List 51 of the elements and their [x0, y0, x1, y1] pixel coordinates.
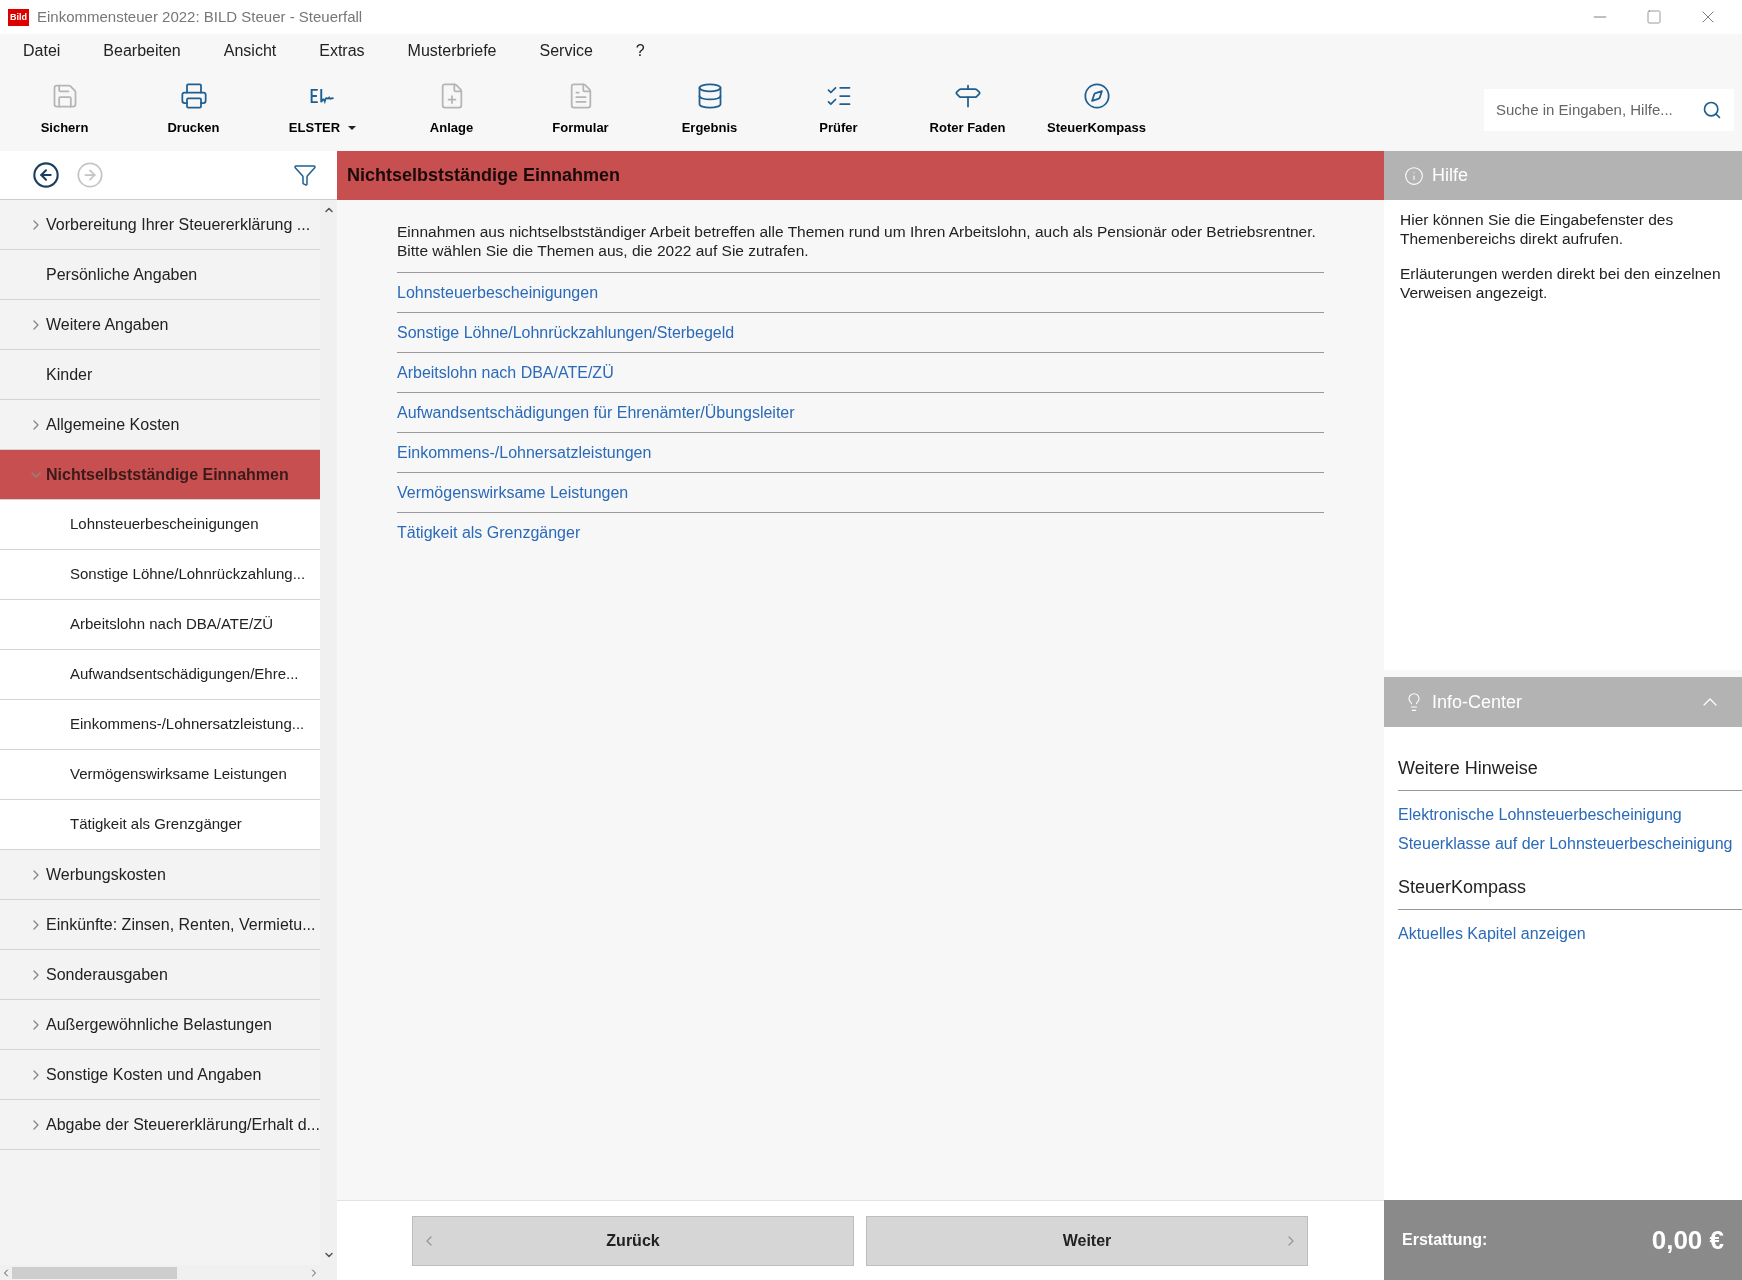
toolbar-button[interactable]: Prüfer	[774, 74, 903, 145]
toolbar-button[interactable]: Drucken	[129, 74, 258, 145]
menu-item[interactable]: Extras	[319, 39, 365, 63]
help-text: Erläuterungen werden direkt bei den einzelnen Verweisen angezeigt.	[1400, 264, 1722, 302]
search-field[interactable]: Suche in Eingaben, Hilfe...	[1484, 88, 1734, 131]
menu-item[interactable]: Datei	[23, 39, 61, 63]
refund-label: Erstattung:	[1402, 1230, 1488, 1250]
menu-item[interactable]: Service	[539, 39, 593, 63]
topic-link[interactable]: Sonstige Löhne/Lohnrückzahlungen/Sterbegeld	[397, 320, 735, 345]
info-link[interactable]: Elektronische Lohnsteuerbescheinigung	[1398, 803, 1742, 827]
app-logo: Bild	[8, 8, 29, 26]
scrollbar-thumb[interactable]	[12, 1266, 177, 1279]
info-icon	[1404, 165, 1424, 186]
topic-link[interactable]: Vermögenswirksame Leistungen	[397, 480, 629, 505]
toolbar-button[interactable]: Roter Faden	[903, 74, 1032, 145]
page-header: Nichtselbstständige Einnahmen	[337, 151, 1384, 200]
menu-item[interactable]: Ansicht	[223, 39, 277, 63]
sidebar-subitem[interactable]: Lohnsteuerbescheinigungen	[0, 500, 320, 550]
info-link[interactable]: Aktuelles Kapitel anzeigen	[1398, 922, 1742, 946]
refund-amount: 0,00 €	[1651, 1223, 1724, 1257]
search-icon[interactable]	[1702, 99, 1722, 120]
toolbar-button[interactable]: SteuerKompass	[1032, 74, 1161, 145]
topic-link[interactable]: Einkommens-/Lohnersatzleistungen	[397, 440, 652, 465]
menu-item[interactable]: Musterbriefe	[407, 39, 497, 63]
toolbar-button[interactable]: Ergebnis	[645, 74, 774, 145]
info-link[interactable]: Steuerklasse auf der Lohnsteuerbescheinigung	[1398, 832, 1742, 856]
toolbar-button[interactable]: ELSTER	[258, 74, 387, 145]
topic-link[interactable]: Aufwandsentschädigungen für Ehrenämter/Übungsleiter	[397, 400, 795, 425]
back-button[interactable]: Zurück	[412, 1215, 854, 1266]
info-center-title: Info-Center	[1432, 690, 1523, 714]
intro-text: Einnahmen aus nichtselbstständiger Arbeit betreffen alle Themen rund um Ihren Arbeitslohn, auch als Pensionär oder Betriebsrentner.	[397, 222, 1317, 241]
menu-item[interactable]: ?	[635, 39, 645, 63]
filter-icon[interactable]	[293, 163, 317, 187]
sidebar-subitem[interactable]: Einkommens-/Lohnersatzleistung...	[0, 700, 320, 750]
topic-link[interactable]: Lohnsteuerbescheinigungen	[397, 280, 599, 305]
sidebar-subitem[interactable]: Tätigkeit als Grenzgänger	[0, 800, 320, 850]
menu-item[interactable]: Bearbeiten	[103, 39, 181, 63]
maximize-icon[interactable]	[1646, 9, 1662, 25]
next-button[interactable]: Weiter	[866, 1215, 1308, 1266]
topic-link[interactable]: Arbeitslohn nach DBA/ATE/ZÜ	[397, 360, 614, 385]
sidebar-subitem[interactable]: Aufwandsentschädigungen/Ehre...	[0, 650, 320, 700]
help-text: Hier können Sie die Eingabefenster des Themenbereichs direkt aufrufen.	[1400, 210, 1675, 248]
help-title: Hilfe	[1432, 164, 1468, 187]
sidebar-subitem[interactable]: Vermögenswirksame Leistungen	[0, 750, 320, 800]
sidebar-subitem[interactable]: Sonstige Löhne/Lohnrückzahlung...	[0, 550, 320, 600]
section-heading: SteuerKompass	[1398, 874, 1742, 910]
sidebar-subitem[interactable]: Arbeitslohn nach DBA/ATE/ZÜ	[0, 600, 320, 650]
intro-text: Bitte wählen Sie die Themen aus, die 2022 auf Sie zutrafen.	[397, 241, 810, 260]
section-heading: Weitere Hinweise	[1398, 755, 1742, 791]
window-title: Einkommensteuer 2022: BILD Steuer - Steuerfall	[37, 6, 363, 27]
topic-link[interactable]: Tätigkeit als Grenzgänger	[397, 521, 581, 545]
